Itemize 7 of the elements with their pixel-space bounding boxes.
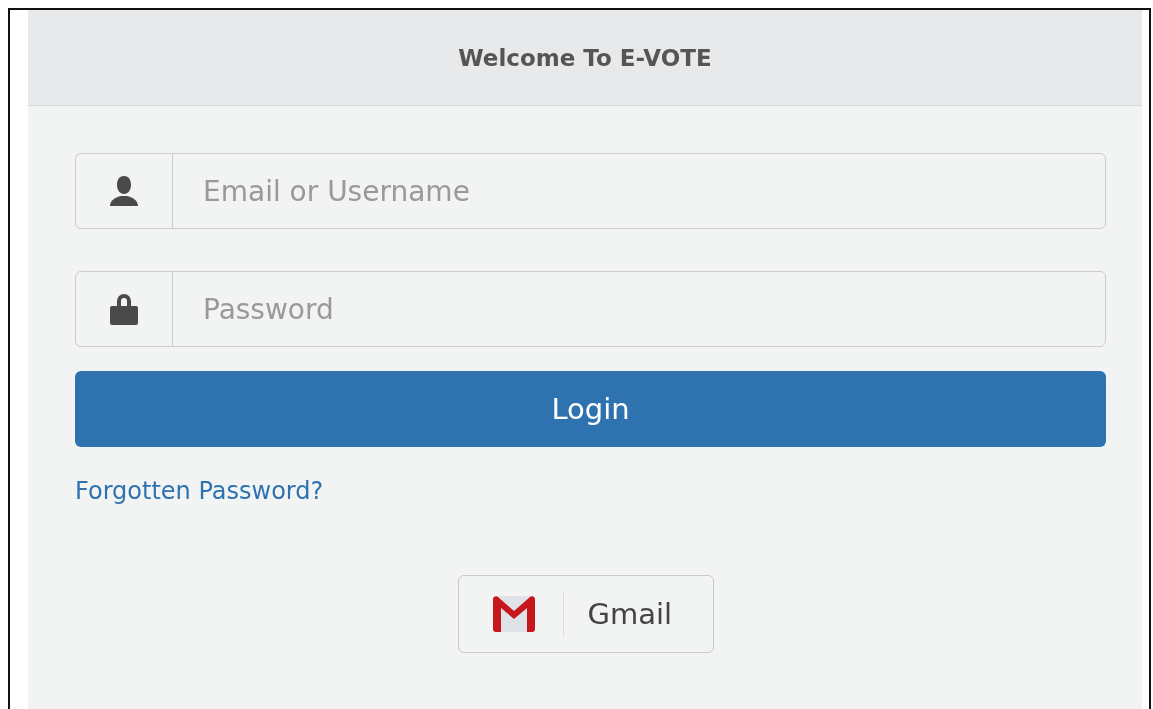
user-icon xyxy=(107,174,141,208)
panel-title: Welcome To E-VOTE xyxy=(458,44,712,71)
gmail-button[interactable]: Gmail xyxy=(457,575,714,653)
lock-icon xyxy=(108,292,140,326)
mail-logo-icon xyxy=(490,594,537,634)
login-button[interactable]: Login xyxy=(75,371,1106,447)
forgotten-password-link[interactable]: Forgotten Password? xyxy=(75,477,324,505)
